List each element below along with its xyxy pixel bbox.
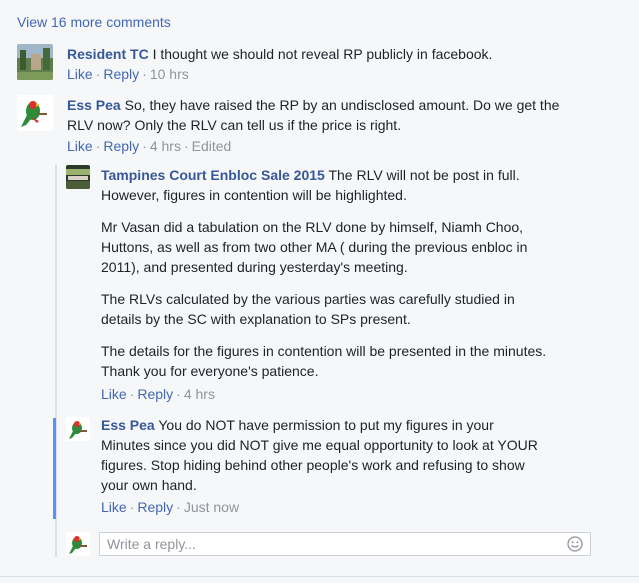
comment-text-line: RLV now? Only the RLV can tell us if the… <box>67 117 402 133</box>
reply-text-line: your own hand. <box>101 477 197 493</box>
reply-timestamp[interactable]: Just now <box>184 499 239 515</box>
reply-text-line: The details for the figures in contentio… <box>101 343 547 359</box>
comment-text-line: So, they have raised the RP by an undisc… <box>124 97 560 113</box>
reply-text-line: The RLV will not be post in full. <box>328 167 520 183</box>
smiley-icon[interactable] <box>567 536 583 552</box>
comment-timestamp[interactable]: 10 hrs <box>150 66 189 82</box>
avatar-current-user <box>66 532 90 556</box>
reply-text-line: You do NOT have permission to put my fig… <box>158 417 494 433</box>
like-link[interactable]: Like <box>101 386 127 402</box>
reply-author[interactable]: Tampines Court Enbloc Sale 2015 <box>101 167 325 183</box>
reply-text-line: The RLVs calculated by the various parti… <box>101 291 515 307</box>
reply-link[interactable]: Reply <box>103 138 139 154</box>
reply-actions: Like · Reply · Just now <box>101 499 240 515</box>
reply-text-line: 2011), and presented during yesterday's … <box>101 259 408 275</box>
reply-text-line: Mr Vasan did a tabulation on the RLV don… <box>101 219 524 235</box>
edited-label[interactable]: Edited <box>192 138 232 154</box>
reply-text-line: Thank you for everyone's patience. <box>101 363 319 379</box>
comment-actions: Like · Reply · 4 hrs · Edited <box>67 138 232 154</box>
like-link[interactable]: Like <box>101 499 127 515</box>
reply-text-line: Huttons, as well as from two other MA ( … <box>101 239 528 255</box>
comment-author[interactable]: Resident TC <box>67 46 149 62</box>
reply-actions: Like · Reply · 4 hrs <box>101 386 215 402</box>
avatar-tampines-court[interactable] <box>66 165 90 189</box>
comment-actions: Like · Reply · 10 hrs <box>67 66 189 82</box>
comment-timestamp[interactable]: 4 hrs <box>150 138 181 154</box>
like-link[interactable]: Like <box>67 138 93 154</box>
new-reply-highlight-bar <box>53 418 56 519</box>
reply-text-line: figures. Stop hiding behind other people… <box>101 457 525 473</box>
reply-link[interactable]: Reply <box>137 499 173 515</box>
comment-text: I thought we should not reveal RP public… <box>152 46 493 62</box>
reply-text-line: However, figures in contention will be h… <box>101 187 407 203</box>
reply-text-line: Minutes since you did NOT give me equal … <box>101 437 538 453</box>
avatar-ess-pea[interactable] <box>17 95 53 131</box>
view-more-comments-link[interactable]: View 16 more comments <box>17 14 171 30</box>
like-link[interactable]: Like <box>67 66 93 82</box>
comment-author[interactable]: Ess Pea <box>67 97 121 113</box>
reply-author[interactable]: Ess Pea <box>101 417 155 433</box>
reply-link[interactable]: Reply <box>137 386 173 402</box>
reply-link[interactable]: Reply <box>103 66 139 82</box>
reply-timestamp[interactable]: 4 hrs <box>184 386 215 402</box>
avatar-resident-tc[interactable] <box>17 44 53 80</box>
reply-box <box>99 532 591 556</box>
reply-text-line: details by the SC with explanation to SP… <box>101 311 411 327</box>
avatar-ess-pea[interactable] <box>66 417 90 441</box>
reply-input[interactable] <box>100 533 547 555</box>
